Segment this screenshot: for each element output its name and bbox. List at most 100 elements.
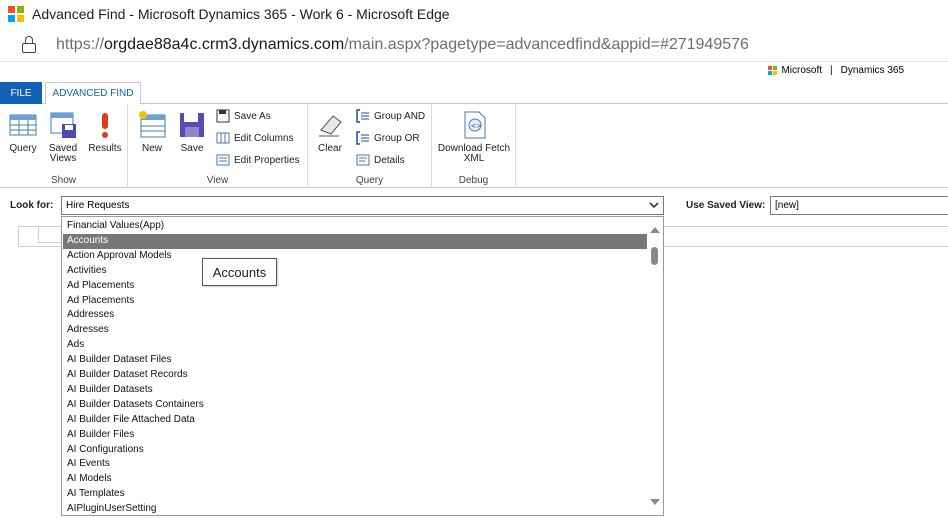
query-button[interactable]: Query xyxy=(6,110,40,154)
edit-properties-label: Edit Properties xyxy=(234,154,300,166)
window-title: Advanced Find - Microsoft Dynamics 365 -… xyxy=(32,6,450,22)
address-bar[interactable]: https://orgdae88a4c.crm3.dynamics.com/ma… xyxy=(0,28,948,62)
url-text[interactable]: https://orgdae88a4c.crm3.dynamics.com/ma… xyxy=(56,36,749,54)
brand: Microsoft | Dynamics 365 xyxy=(768,65,904,76)
dropdown-item[interactable]: Financial Values(App) xyxy=(63,219,647,234)
scroll-up-arrow-icon[interactable] xyxy=(650,227,660,233)
download-label-2: XML xyxy=(463,153,485,164)
dropdown-item[interactable]: Ad Placements xyxy=(63,279,647,294)
dropdown-item[interactable]: AI Builder Datasets xyxy=(63,383,647,398)
look-for-label: Look for: xyxy=(10,200,54,211)
details-button[interactable]: Details xyxy=(356,151,405,169)
saved-views-icon xyxy=(48,110,78,140)
dropdown-item[interactable]: Adresses xyxy=(63,323,647,338)
scroll-thumb[interactable] xyxy=(651,247,658,265)
look-for-value: Hire Requests xyxy=(66,200,130,211)
dropdown-scrollbar[interactable] xyxy=(647,217,663,515)
saved-views-button[interactable]: Saved Views xyxy=(46,110,80,164)
download-fetch-xml-button[interactable]: <> Download Fetch XML xyxy=(436,110,512,164)
dropdown-item[interactable]: AI Templates xyxy=(63,487,647,502)
edit-properties-button[interactable]: Edit Properties xyxy=(216,151,300,169)
dropdown-item[interactable]: AI Builder Dataset Files xyxy=(63,353,647,368)
details-label: Details xyxy=(374,154,405,166)
group-and-icon xyxy=(356,109,370,123)
eraser-icon xyxy=(315,110,345,140)
group-or-label: Group OR xyxy=(374,132,420,144)
save-as-label: Save As xyxy=(234,110,271,122)
group-and-label: Group AND xyxy=(374,110,426,122)
dropdown-item[interactable]: AI Events xyxy=(63,457,647,472)
microsoft-label: Microsoft xyxy=(781,65,823,76)
clear-button[interactable]: Clear xyxy=(314,110,346,154)
query-label: Query xyxy=(9,143,37,154)
save-button[interactable]: Save xyxy=(176,110,208,154)
dropdown-item[interactable]: AI Configurations xyxy=(63,443,647,458)
chevron-down-icon xyxy=(649,202,659,209)
edit-columns-icon xyxy=(216,131,230,145)
look-for-select[interactable]: Hire Requests xyxy=(61,196,664,215)
scroll-down-arrow-icon[interactable] xyxy=(650,499,660,505)
entity-dropdown-list[interactable]: Financial Values(App) Accounts Action Appr… xyxy=(61,216,664,516)
url-path: /main.aspx?pagetype=advancedfind&appid=#… xyxy=(344,35,749,53)
ribbon: Query Saved Views Results Show New Save … xyxy=(0,104,948,188)
dropdown-item[interactable]: AI Builder Datasets Containers xyxy=(63,398,647,413)
results-label: Results xyxy=(88,143,122,154)
details-icon xyxy=(356,153,370,167)
svg-text:<>: <> xyxy=(471,122,483,130)
dropdown-item[interactable]: Ad Placements xyxy=(63,294,647,309)
lock-icon[interactable] xyxy=(22,35,36,54)
url-host: orgdae88a4c.crm3.dynamics.com xyxy=(104,35,345,53)
floppy-disk-icon xyxy=(177,110,207,140)
lookfor-row: Look for: Hire Requests Use Saved View: … xyxy=(0,195,948,217)
dropdown-item[interactable]: Addresses xyxy=(63,308,647,323)
dropdown-item[interactable]: Ads xyxy=(63,338,647,353)
xml-document-icon: <> xyxy=(459,110,489,140)
tab-file[interactable]: FILE xyxy=(0,82,42,104)
group-or-icon xyxy=(356,131,370,145)
new-button[interactable]: New xyxy=(136,110,168,154)
group-show-label: Show xyxy=(50,175,76,186)
dropdown-item[interactable]: AI Builder Files xyxy=(63,428,647,443)
results-button[interactable]: Results xyxy=(86,110,124,154)
query-icon xyxy=(8,110,38,140)
brand-separator: | xyxy=(830,65,833,76)
edit-columns-button[interactable]: Edit Columns xyxy=(216,129,293,147)
group-show: Query Saved Views Results Show xyxy=(0,104,128,188)
group-or-button[interactable]: Group OR xyxy=(356,129,420,147)
new-label: New xyxy=(141,143,162,154)
group-view-label: View xyxy=(206,175,229,186)
save-label: Save xyxy=(180,143,204,154)
dropdown-item[interactable]: AI Models xyxy=(63,472,647,487)
group-query: Clear Group AND Group OR Details Query xyxy=(308,104,432,188)
tab-advanced-find[interactable]: ADVANCED FIND xyxy=(45,82,141,105)
edit-properties-icon xyxy=(216,153,230,167)
exclamation-icon xyxy=(90,110,120,140)
saved-view-value: [new] xyxy=(775,200,799,211)
dropdown-item[interactable]: AI Builder Dataset Records xyxy=(63,368,647,383)
save-as-icon xyxy=(216,109,230,123)
new-icon xyxy=(137,110,167,140)
dropdown-item[interactable]: AI Builder File Attached Data xyxy=(63,413,647,428)
group-query-label: Query xyxy=(355,175,384,186)
save-as-button[interactable]: Save As xyxy=(216,107,271,125)
clear-label: Clear xyxy=(318,143,342,154)
browser-titlebar: Advanced Find - Microsoft Dynamics 365 -… xyxy=(0,0,948,28)
edit-columns-label: Edit Columns xyxy=(234,132,294,144)
dropdown-item[interactable]: Activities xyxy=(63,264,647,279)
item-tooltip: Accounts xyxy=(202,258,277,286)
group-and-button[interactable]: Group AND xyxy=(356,107,425,125)
group-view: New Save Save As Edit Columns Edit Prope… xyxy=(128,104,308,188)
microsoft-logo-icon xyxy=(768,65,778,76)
ribbon-tabs: FILE ADVANCED FIND xyxy=(0,82,948,105)
dynamics-header: Microsoft | Dynamics 365 xyxy=(0,62,948,80)
dropdown-item[interactable]: AIPluginUserSetting xyxy=(63,502,647,515)
edge-windows-logo-icon xyxy=(8,6,24,22)
saved-views-label-2: Views xyxy=(49,153,77,164)
dropdown-item[interactable]: Action Approval Models xyxy=(63,249,647,264)
saved-view-select[interactable]: [new] xyxy=(770,196,948,215)
use-saved-view-label: Use Saved View: xyxy=(686,200,766,211)
url-prefix: https:// xyxy=(56,35,105,53)
group-debug: <> Download Fetch XML Debug xyxy=(432,104,516,188)
product-label: Dynamics 365 xyxy=(840,65,904,76)
dropdown-item[interactable]: Accounts xyxy=(63,233,647,249)
